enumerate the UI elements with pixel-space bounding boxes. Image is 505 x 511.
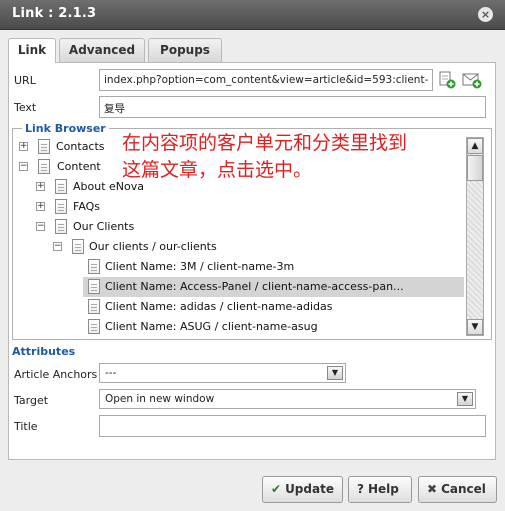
link-browser-legend: Link Browser <box>22 122 109 135</box>
tree-item-client-access-panel[interactable]: Client Name: Access-Panel / client-name-… <box>83 277 464 297</box>
cancel-label: Cancel <box>441 482 486 496</box>
folder-icon <box>35 157 50 174</box>
collapse-icon[interactable]: − <box>19 162 28 171</box>
tree-item-label: Contacts <box>56 140 105 153</box>
expand-icon[interactable]: + <box>36 182 45 191</box>
tree-item-client-adidas[interactable]: Client Name: adidas / client-name-adidas <box>14 297 464 317</box>
url-input[interactable]: index.php?option=com_content&view=articl… <box>99 69 433 91</box>
dialog-title: Link : 2.1.3 <box>12 6 97 21</box>
expand-icon[interactable]: + <box>19 142 28 151</box>
article-anchors-select[interactable]: --- ▼ <box>99 363 346 383</box>
expand-icon[interactable]: + <box>36 202 45 211</box>
url-label: URL <box>14 74 36 87</box>
target-value: Open in new window <box>105 393 215 405</box>
tab-advanced[interactable]: Advanced <box>59 38 145 62</box>
target-select[interactable]: Open in new window ▼ <box>99 389 476 409</box>
update-button[interactable]: ✔ Update <box>262 476 343 503</box>
scroll-up-icon[interactable]: ▲ <box>467 138 483 154</box>
annotation-overlay: 在内容项的客户单元和分类里找到 这篇文章，点击选中。 <box>122 130 462 184</box>
annotation-line-1: 在内容项的客户单元和分类里找到 <box>122 132 408 154</box>
tree-scrollbar[interactable]: ▲ ▼ <box>466 137 484 336</box>
dialog-titlebar: Link : 2.1.3 × <box>0 0 505 30</box>
tree-item-our-clients[interactable]: − Our Clients <box>14 217 464 237</box>
update-label: Update <box>285 482 334 496</box>
help-icon: ? <box>357 482 364 496</box>
document-icon <box>88 299 100 314</box>
tree-item-client-3m[interactable]: Client Name: 3M / client-name-3m <box>14 257 464 277</box>
title-label: Title <box>14 420 38 433</box>
tree-item-label: Our Clients <box>73 220 135 233</box>
target-label: Target <box>14 394 49 407</box>
chevron-down-icon: ▼ <box>327 366 343 380</box>
document-icon <box>88 319 100 334</box>
check-icon: ✔ <box>271 482 282 496</box>
folder-icon <box>52 197 67 214</box>
folder-icon <box>52 217 67 234</box>
collapse-icon[interactable]: − <box>36 222 45 231</box>
scroll-thumb[interactable] <box>467 155 483 181</box>
folder-icon <box>35 137 50 154</box>
folder-icon <box>52 177 67 194</box>
cancel-button[interactable]: ✖ Cancel <box>418 476 497 503</box>
tree-item-label: Client Name: 3M / client-name-3m <box>105 260 295 273</box>
email-link-icon[interactable] <box>462 71 482 89</box>
tree-item-label: Content <box>57 160 101 173</box>
title-input[interactable] <box>99 415 486 437</box>
document-icon <box>88 279 100 294</box>
tree-item-label: Client Name: ASUG / client-name-asug <box>105 320 318 333</box>
tree-item-our-clients-category[interactable]: − Our clients / our-clients <box>14 237 464 257</box>
text-label: Text <box>14 101 37 114</box>
tree-item-label: Our clients / our-clients <box>89 240 217 253</box>
folder-icon <box>69 237 84 254</box>
tree-item-label: FAQs <box>73 200 101 213</box>
collapse-icon[interactable]: − <box>53 242 62 251</box>
article-anchors-label: Article Anchors <box>14 368 98 381</box>
chevron-down-icon: ▼ <box>457 392 473 406</box>
article-anchors-value: --- <box>105 367 117 379</box>
attributes-heading: Attributes <box>12 345 76 358</box>
cancel-icon: ✖ <box>427 482 438 496</box>
tab-popups[interactable]: Popups <box>148 38 222 62</box>
annotation-line-2: 这篇文章，点击选中。 <box>122 159 313 181</box>
close-icon[interactable]: × <box>478 7 493 22</box>
document-icon <box>88 259 100 274</box>
browse-link-icon[interactable] <box>438 71 456 89</box>
text-input[interactable]: 复导 <box>99 96 486 118</box>
tree-item-client-asug[interactable]: Client Name: ASUG / client-name-asug <box>14 317 464 337</box>
help-button[interactable]: ? Help <box>348 476 412 503</box>
scroll-down-icon[interactable]: ▼ <box>467 319 483 335</box>
help-label: Help <box>367 482 399 496</box>
tree-item-label: Client Name: adidas / client-name-adidas <box>105 300 333 313</box>
tab-link[interactable]: Link <box>8 38 56 63</box>
tree-item-faqs[interactable]: + FAQs <box>14 197 464 217</box>
tree-item-label: Client Name: Access-Panel / client-name-… <box>105 280 404 293</box>
